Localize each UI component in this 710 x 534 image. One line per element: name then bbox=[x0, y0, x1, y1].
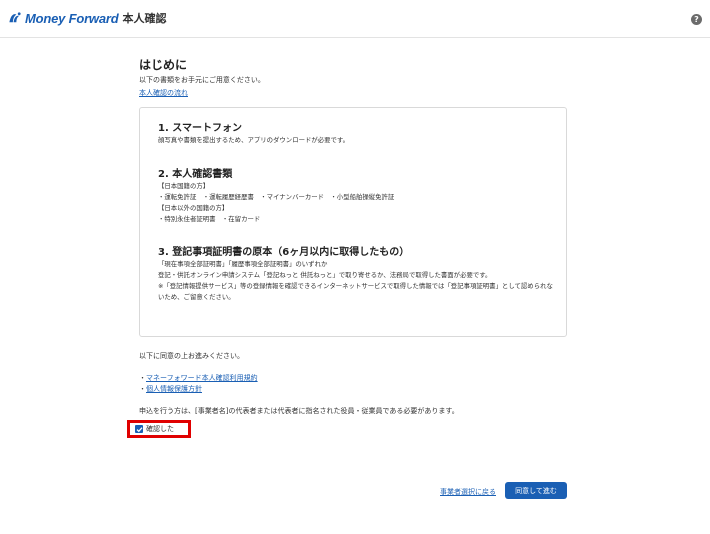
list-item: ・個人情報保護方針 bbox=[139, 384, 258, 395]
checkmark-icon bbox=[136, 426, 142, 432]
logo-text: Money Forward bbox=[25, 10, 119, 26]
confirm-checkbox-highlight: 確認した bbox=[127, 420, 191, 438]
help-icon[interactable]: ? bbox=[691, 14, 702, 25]
list-item: ・マネーフォワード本人確認利用規約 bbox=[139, 373, 258, 384]
money-forward-logo-icon bbox=[9, 12, 21, 23]
logo[interactable]: Money Forward 本人確認 bbox=[8, 10, 166, 26]
list-bullet: ・ bbox=[139, 374, 146, 382]
section-line: 登記・供託オンライン申請システム「登記ねっと 供託ねっと」で取り寄せるか、法務局… bbox=[158, 271, 492, 279]
section-title: 3. 登記事項証明書の原本（6ヶ月以内に取得したもの） bbox=[158, 247, 410, 258]
section-smartphone: 1. スマートフォン 顔写真や書類を提出するため、アプリのダウンロードが必要です… bbox=[158, 122, 553, 146]
privacy-policy-link[interactable]: 個人情報保護方針 bbox=[146, 385, 202, 393]
section-id-documents: 2. 本人確認書類 【日本国籍の方】 ・運転免許証 ・運転履歴経歴書 ・マイナン… bbox=[158, 168, 553, 225]
terms-of-use-link[interactable]: マネーフォワード本人確認利用規約 bbox=[146, 374, 258, 382]
agree-and-continue-button[interactable]: 同意して進む bbox=[505, 482, 567, 499]
app-name: 本人確認 bbox=[122, 12, 167, 25]
list-bullet: ・ bbox=[139, 385, 146, 393]
back-to-business-selection-link[interactable]: 事業者選択に戻る bbox=[440, 487, 496, 497]
app-header: Money Forward 本人確認 ? bbox=[0, 0, 710, 38]
section-title: 2. 本人確認書類 bbox=[158, 169, 233, 180]
confirm-checkbox-label[interactable]: 確認した bbox=[146, 424, 174, 434]
applicant-notice: 申込を行う方は、[事業者名]の代表者または代表者に指名された役員・従業員である必… bbox=[139, 407, 459, 415]
confirm-checkbox[interactable] bbox=[135, 425, 143, 433]
section-line: ※「登記情報提供サービス」等の登録情報を確認できるインターネットサービスで取得し… bbox=[158, 282, 553, 301]
section-line: 【日本以外の国籍の方】 bbox=[158, 204, 229, 212]
section-line: 顔写真や書類を提出するため、アプリのダウンロードが必要です。 bbox=[158, 136, 350, 144]
section-registry-certificate: 3. 登記事項証明書の原本（6ヶ月以内に取得したもの） 「現在事項全部証明書」「… bbox=[158, 246, 553, 303]
section-line: 【日本国籍の方】 bbox=[158, 182, 210, 190]
terms-list: ・マネーフォワード本人確認利用規約 ・個人情報保護方針 bbox=[139, 373, 258, 395]
intro-text: 以下の書類をお手元にご用意ください。 bbox=[139, 76, 265, 84]
section-line: 「現在事項全部証明書」「履歴事項全部証明書」のいずれか bbox=[158, 260, 328, 268]
section-line: ・運転免許証 ・運転履歴経歴書 ・マイナンバーカード ・小型船舶操縦免許証 bbox=[158, 193, 395, 201]
section-line: ・特別永住者証明書 ・在留カード bbox=[158, 215, 261, 223]
agree-lead-text: 以下に同意の上お進みください。 bbox=[139, 352, 244, 360]
section-title: 1. スマートフォン bbox=[158, 123, 242, 134]
page-title: はじめに bbox=[139, 58, 188, 72]
verification-flow-link[interactable]: 本人確認の流れ bbox=[139, 88, 188, 98]
required-documents-box: 1. スマートフォン 顔写真や書類を提出するため、アプリのダウンロードが必要です… bbox=[139, 107, 567, 337]
